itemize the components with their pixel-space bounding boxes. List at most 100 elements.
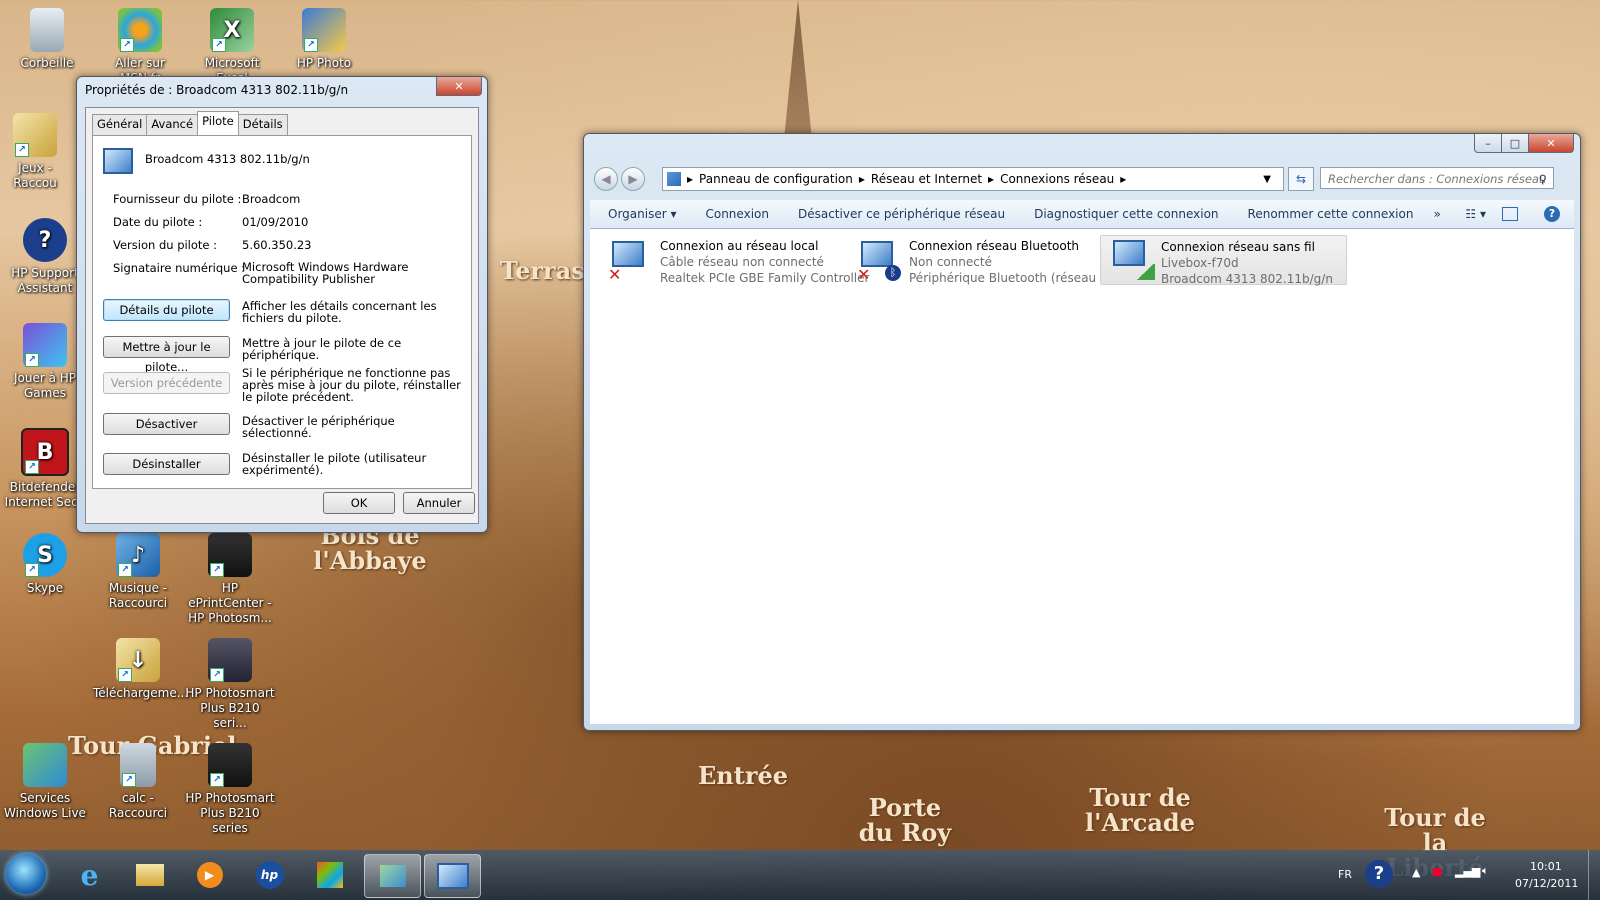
breadcrumb-item[interactable]: Connexions réseau bbox=[1000, 172, 1114, 186]
forward-button[interactable]: ▶ bbox=[621, 167, 645, 191]
command-bar: Organiser ▾ Connexion Désactiver ce péri… bbox=[590, 200, 1574, 229]
tab-driver[interactable]: Pilote bbox=[197, 111, 239, 135]
address-dropdown-icon[interactable]: ▼ bbox=[1263, 174, 1271, 185]
taskbar-internet-explorer[interactable]: e bbox=[62, 854, 117, 896]
shortcut-arrow-icon: ↗ bbox=[25, 460, 39, 474]
uninstall-driver-button[interactable]: Désinstaller bbox=[103, 453, 230, 475]
desktop-icon-msn[interactable]: ↗ Aller sur MSN.fr bbox=[95, 8, 185, 86]
desktop-icon-calc[interactable]: ↗ calc - Raccourci bbox=[93, 743, 183, 821]
desktop-icon-downloads[interactable]: ↓ ↗ Téléchargeme... bbox=[93, 638, 188, 701]
field-value: 01/09/2010 bbox=[242, 215, 309, 229]
signal-bars-icon bbox=[1135, 264, 1155, 280]
rollback-driver-button: Version précédente bbox=[103, 372, 230, 394]
hp-games-icon: ↗ bbox=[23, 323, 67, 367]
internet-explorer-icon: e bbox=[80, 858, 99, 892]
tab-advanced[interactable]: Avancé bbox=[146, 114, 199, 135]
update-driver-button[interactable]: Mettre à jour le pilote... bbox=[103, 336, 230, 374]
connect-button[interactable]: Connexion bbox=[705, 207, 769, 221]
connection-device: Broadcom 4313 802.11b/g/n bbox=[1161, 272, 1333, 286]
desktop-icon-music[interactable]: ♪ ↗ Musique - Raccourci bbox=[93, 533, 183, 611]
organize-menu[interactable]: Organiser ▾ bbox=[608, 207, 676, 221]
desktop-icon-windows-live[interactable]: Services Windows Live bbox=[0, 743, 90, 821]
volume-icon[interactable]: 🔈︎ bbox=[1482, 864, 1489, 878]
action-description: Désactiver le périphérique sélectionné. bbox=[242, 414, 395, 440]
security-tray-icon[interactable]: ■ bbox=[1432, 865, 1442, 878]
excel-icon: X ↗ bbox=[210, 8, 254, 52]
dialog-close-button[interactable]: ✕ bbox=[436, 77, 482, 96]
help-tray-icon[interactable]: ? bbox=[1365, 860, 1393, 888]
connection-item-bluetooth[interactable]: ✕ ᛒ Connexion réseau Bluetooth Non conne… bbox=[849, 237, 1119, 285]
breadcrumb-item[interactable]: Panneau de configuration bbox=[699, 172, 853, 186]
taskbar-hp[interactable]: hp bbox=[242, 854, 297, 896]
clock-time[interactable]: 10:01 bbox=[1530, 860, 1562, 873]
wifi-signal-icon[interactable]: ▂▄▆ bbox=[1455, 865, 1480, 878]
taskbar-explorer[interactable] bbox=[122, 854, 177, 896]
music-icon: ♪ ↗ bbox=[116, 533, 160, 577]
taskbar-network-connections[interactable] bbox=[424, 854, 481, 898]
desktop-icon-recycle-bin[interactable]: Corbeille bbox=[2, 8, 92, 71]
hp-icon: hp bbox=[255, 861, 284, 889]
refresh-button[interactable]: ⇆ bbox=[1288, 167, 1314, 191]
diagnose-button[interactable]: Diagnostiquer cette connexion bbox=[1034, 207, 1218, 221]
desktop-icon-excel[interactable]: X↗ Microsoft Excel bbox=[187, 8, 277, 86]
shortcut-arrow-icon: ↗ bbox=[212, 38, 226, 52]
maximize-button[interactable]: □ bbox=[1501, 134, 1529, 153]
more-commands-button[interactable]: » bbox=[1433, 207, 1440, 221]
search-input[interactable]: Rechercher dans : Connexions réseau ⚲ bbox=[1320, 167, 1554, 189]
connection-status: Non connecté bbox=[909, 255, 992, 269]
help-icon[interactable]: ? bbox=[1544, 206, 1560, 222]
cancel-button[interactable]: Annuler bbox=[403, 492, 475, 514]
breadcrumb-separator: ▸ bbox=[687, 172, 694, 186]
show-hidden-icons-icon[interactable]: ▲ bbox=[1412, 866, 1420, 879]
desktop-icon-games[interactable]: ↗ Jeux - Raccou bbox=[0, 113, 75, 191]
desktop-icon-skype[interactable]: S ↗ Skype bbox=[0, 533, 90, 596]
clock-date[interactable]: 07/12/2011 bbox=[1515, 877, 1578, 890]
desktop-icon-hp-eprintcenter[interactable]: ↗ HP ePrintCenter - HP Photosm... bbox=[185, 533, 275, 626]
wallpaper-label: Entrée bbox=[698, 761, 789, 790]
disable-device-button[interactable]: Désactiver bbox=[103, 413, 230, 435]
back-button[interactable]: ◀ bbox=[594, 167, 618, 191]
shortcut-arrow-icon: ↗ bbox=[210, 773, 224, 787]
show-desktop-button[interactable] bbox=[1588, 850, 1600, 900]
tab-details[interactable]: Détails bbox=[237, 114, 288, 135]
network-icon bbox=[436, 863, 469, 889]
action-description: Désinstaller le pilote (utilisateur expé… bbox=[242, 451, 427, 477]
bluetooth-icon: ᛒ bbox=[885, 265, 901, 281]
connection-item-lan[interactable]: ✕ Connexion au réseau local Câble réseau… bbox=[600, 237, 869, 285]
hp-photo-icon: ↗ bbox=[302, 8, 346, 52]
ok-button[interactable]: OK bbox=[323, 492, 395, 514]
start-button[interactable] bbox=[6, 854, 46, 894]
network-computer-icon: ✕ bbox=[608, 239, 648, 284]
search-icon[interactable]: ⚲ bbox=[1539, 168, 1547, 190]
preview-pane-icon[interactable] bbox=[1502, 207, 1518, 221]
field-label: Fournisseur du pilote : bbox=[113, 192, 242, 206]
breadcrumb-item[interactable]: Réseau et Internet bbox=[871, 172, 982, 186]
shortcut-arrow-icon: ↗ bbox=[122, 773, 136, 787]
driver-details-button[interactable]: Détails du pilote bbox=[103, 299, 230, 321]
desktop-icon-hp-photosmart-scan[interactable]: ↗ HP Photosmart Plus B210 seri... bbox=[185, 638, 275, 731]
shortcut-arrow-icon: ↗ bbox=[25, 563, 39, 577]
language-indicator[interactable]: FR bbox=[1338, 868, 1352, 881]
rename-button[interactable]: Renommer cette connexion bbox=[1248, 207, 1414, 221]
connection-device: Realtek PCIe GBE Family Controller bbox=[660, 271, 870, 285]
close-button[interactable]: ✕ bbox=[1528, 134, 1574, 153]
disable-device-button[interactable]: Désactiver ce périphérique réseau bbox=[798, 207, 1005, 221]
msn-icon: ↗ bbox=[118, 8, 162, 52]
shortcut-arrow-icon: ↗ bbox=[118, 668, 132, 682]
field-value: 5.60.350.23 bbox=[242, 238, 312, 252]
printer-icon: ↗ bbox=[208, 533, 252, 577]
minimize-button[interactable]: – bbox=[1474, 134, 1502, 153]
view-options-icon[interactable]: ☷ ▾ bbox=[1465, 207, 1486, 221]
taskbar-app[interactable] bbox=[302, 854, 357, 896]
taskbar-media-player[interactable]: ▶ bbox=[182, 854, 237, 896]
tab-general[interactable]: Général bbox=[92, 114, 148, 135]
desktop-icon-hp-photo[interactable]: ↗ HP Photo bbox=[279, 8, 369, 71]
driver-tab-page: Broadcom 4313 802.11b/g/n Fournisseur du… bbox=[92, 135, 472, 489]
connection-item-wifi[interactable]: Connexion réseau sans fil Livebox-f70d B… bbox=[1100, 235, 1347, 286]
desktop-icon-hp-photosmart[interactable]: ↗ HP Photosmart Plus B210 series bbox=[185, 743, 275, 836]
address-bar[interactable]: ▸ Panneau de configuration ▸ Réseau et I… bbox=[662, 167, 1284, 191]
taskbar-device-properties[interactable] bbox=[364, 854, 421, 898]
connection-device: Périphérique Bluetooth (réseau p... bbox=[909, 271, 1120, 285]
help-icon: ? bbox=[23, 218, 67, 262]
dialog-body: Général Avancé Pilote Détails Broadcom 4… bbox=[85, 107, 479, 524]
